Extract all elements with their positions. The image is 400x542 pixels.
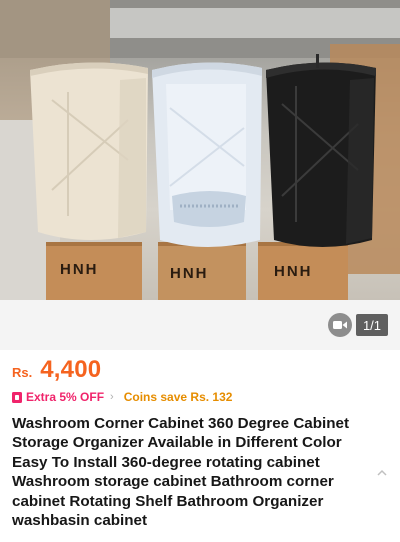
price-row: Rs. 4,400 xyxy=(12,356,101,384)
product-photo: HNH HNH HNH xyxy=(0,0,400,300)
image-counter: 1/1 xyxy=(356,314,388,336)
video-play-button[interactable] xyxy=(328,313,352,337)
promo-row: Extra 5% OFF › Coins save Rs. 132 xyxy=(12,389,232,405)
price-currency: Rs. xyxy=(12,365,33,380)
product-title: Washroom Corner Cabinet 360 Degree Cabin… xyxy=(12,415,350,530)
voucher-tag-icon xyxy=(12,391,22,403)
white-cabinet xyxy=(152,62,262,247)
extra-off-promo[interactable]: Extra 5% OFF › xyxy=(12,390,114,404)
background-counter xyxy=(110,8,400,38)
product-image[interactable]: HNH HNH HNH xyxy=(0,0,400,300)
chevron-up-icon[interactable] xyxy=(376,468,388,478)
price-amount: 4,400 xyxy=(40,356,102,383)
brand-mark-3: HNH xyxy=(274,263,313,280)
brand-mark-1: HNH xyxy=(60,261,99,278)
brand-mark-2: HNH xyxy=(170,265,209,282)
chevron-right-icon: › xyxy=(110,391,114,403)
beige-cabinet xyxy=(30,62,148,240)
extra-off-label: Extra 5% OFF xyxy=(26,390,105,404)
coins-save-label: Coins save Rs. 132 xyxy=(123,390,233,404)
black-cabinet xyxy=(266,54,376,247)
video-camera-icon xyxy=(333,321,347,329)
